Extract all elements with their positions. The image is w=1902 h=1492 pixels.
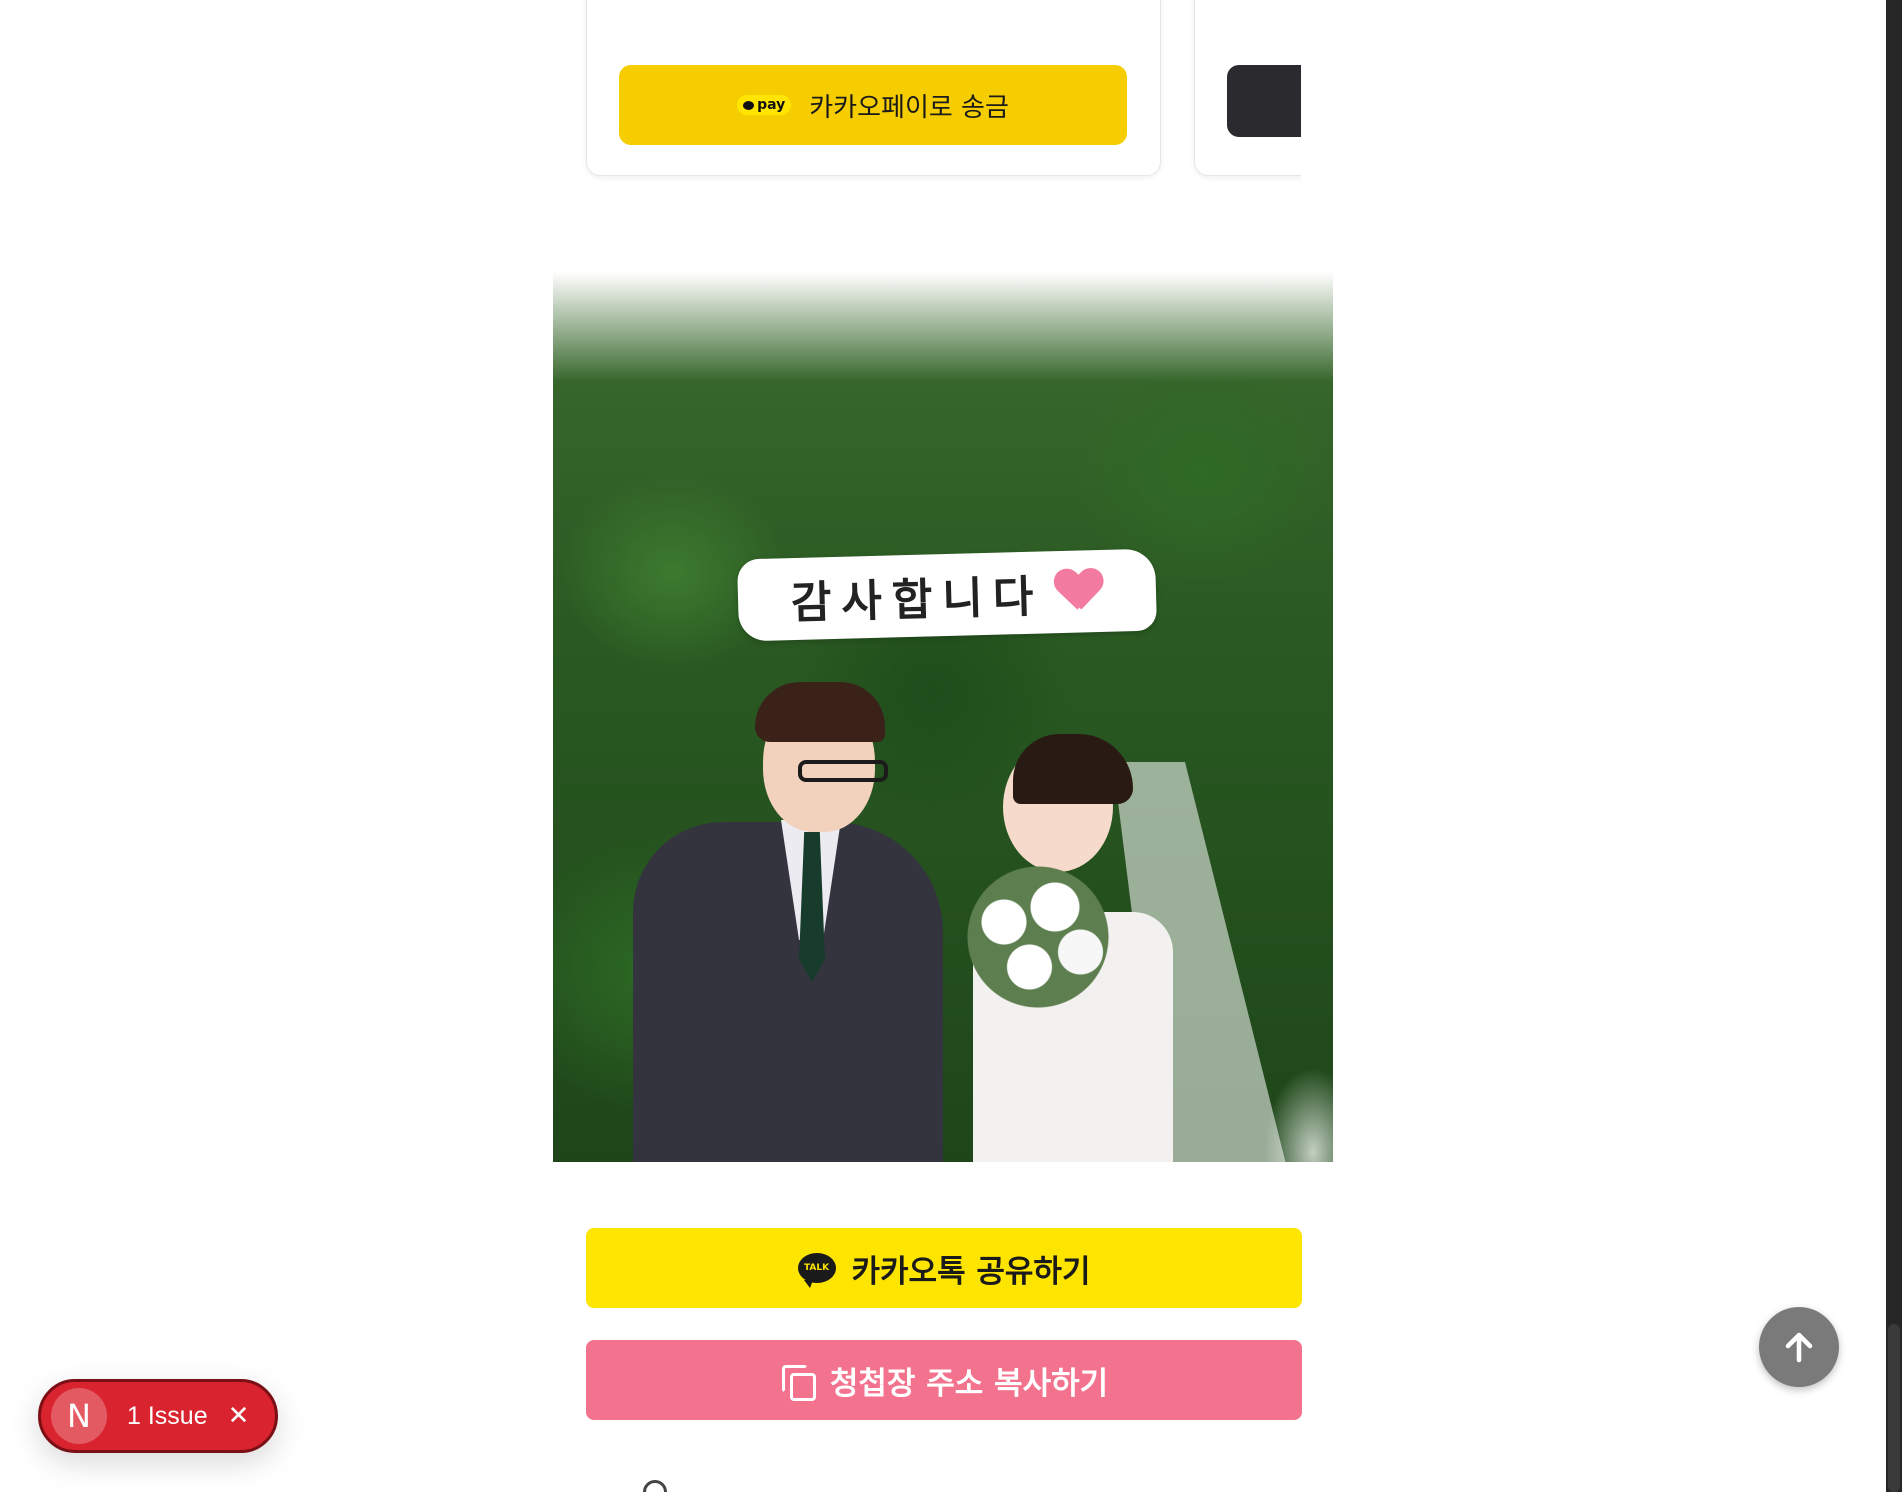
issue-count-label[interactable]: 1 Issue xyxy=(127,1402,208,1431)
page: pay 카카오페이로 송금 감사합니다 TALK 카카오톡 공유하기 청첩장 주… xyxy=(0,0,1902,1492)
account-card-next[interactable] xyxy=(1194,0,1301,176)
wedding-photo: 감사합니다 xyxy=(553,272,1333,1162)
kakaopay-send-button[interactable]: pay 카카오페이로 송금 xyxy=(619,65,1127,145)
bouquet xyxy=(953,862,1123,1012)
scrollbar-track[interactable] xyxy=(1886,0,1902,1492)
heart-icon xyxy=(1055,569,1104,614)
nextjs-logo-icon: N xyxy=(51,1388,107,1444)
arrow-up-icon xyxy=(1785,1332,1813,1363)
kakaopay-icon: pay xyxy=(737,95,792,115)
copy-invitation-link-button[interactable]: 청첩장 주소 복사하기 xyxy=(586,1340,1302,1420)
thanks-banner: 감사합니다 xyxy=(736,548,1158,642)
kakaotalk-share-button[interactable]: TALK 카카오톡 공유하기 xyxy=(586,1228,1302,1308)
copy-invitation-link-label: 청첩장 주소 복사하기 xyxy=(829,1365,1109,1402)
account-card: pay 카카오페이로 송금 xyxy=(586,0,1161,176)
thanks-text: 감사합니다 xyxy=(790,571,1044,630)
scroll-to-top-button[interactable] xyxy=(1759,1307,1839,1387)
kakaotalk-icon: TALK xyxy=(797,1253,836,1288)
kakaotalk-share-label: 카카오톡 공유하기 xyxy=(851,1253,1091,1290)
account-card-next-button[interactable] xyxy=(1227,65,1301,137)
copy-icon xyxy=(780,1363,816,1401)
kakaopay-send-label: 카카오페이로 송금 xyxy=(809,92,1009,123)
partial-icon xyxy=(643,1480,667,1492)
groom-figure xyxy=(633,682,943,1162)
dev-issues-indicator[interactable]: N 1 Issue ✕ xyxy=(38,1379,278,1453)
account-card-carousel[interactable]: pay 카카오페이로 송금 xyxy=(0,0,1301,190)
scrollbar-thumb[interactable] xyxy=(1888,1324,1900,1492)
bride-figure xyxy=(953,734,1293,1162)
photo-top-fade xyxy=(553,272,1333,382)
close-icon[interactable]: ✕ xyxy=(228,1403,250,1429)
